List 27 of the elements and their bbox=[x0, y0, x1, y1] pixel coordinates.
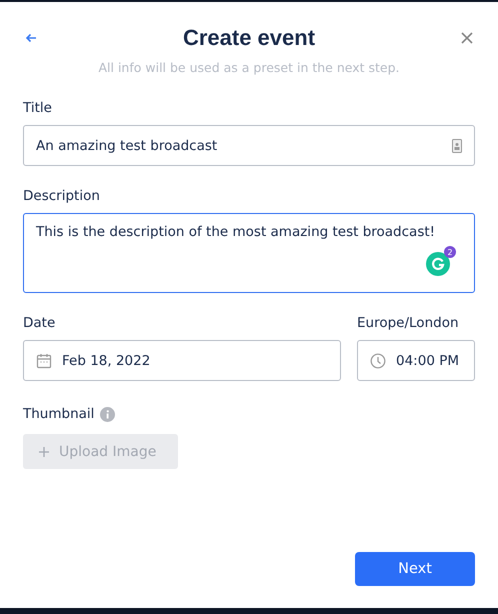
title-field[interactable]: An amazing test broadcast bbox=[23, 125, 475, 166]
contact-card-icon bbox=[452, 138, 462, 152]
info-icon bbox=[100, 406, 116, 422]
field-value: 04:00 PM bbox=[396, 352, 459, 368]
count-badge: 2 bbox=[444, 246, 456, 258]
field-value: An amazing test broadcast bbox=[36, 138, 218, 154]
field-label: Description bbox=[23, 188, 101, 204]
dialog-title: Create event bbox=[182, 25, 316, 51]
calendar-icon bbox=[36, 352, 52, 368]
date-field[interactable]: Feb 18, 2022 bbox=[23, 340, 341, 381]
back-button[interactable] bbox=[23, 31, 39, 45]
writing-assistant-button[interactable]: 2 bbox=[426, 248, 454, 276]
close-button[interactable] bbox=[458, 30, 475, 46]
description-field[interactable]: This is the description of the most amazing test broadcast! 2 bbox=[23, 213, 475, 293]
field-label: Europe/London bbox=[357, 315, 460, 331]
clock-icon bbox=[370, 352, 386, 368]
plus-icon bbox=[39, 446, 49, 456]
field-value: Feb 18, 2022 bbox=[62, 352, 150, 368]
back-arrow-icon bbox=[25, 33, 37, 43]
field-label: Date bbox=[23, 315, 56, 331]
field-label: Thumbnail bbox=[23, 406, 94, 422]
close-icon bbox=[460, 32, 473, 44]
field-label: Title bbox=[23, 100, 53, 116]
next-button[interactable]: Next bbox=[355, 552, 475, 586]
dialog-subtitle: All info will be used as a preset in the next step. bbox=[97, 60, 400, 75]
time-field[interactable]: 04:00 PM bbox=[357, 340, 475, 381]
field-value: This is the description of the most amazing test broadcast! bbox=[36, 224, 436, 240]
